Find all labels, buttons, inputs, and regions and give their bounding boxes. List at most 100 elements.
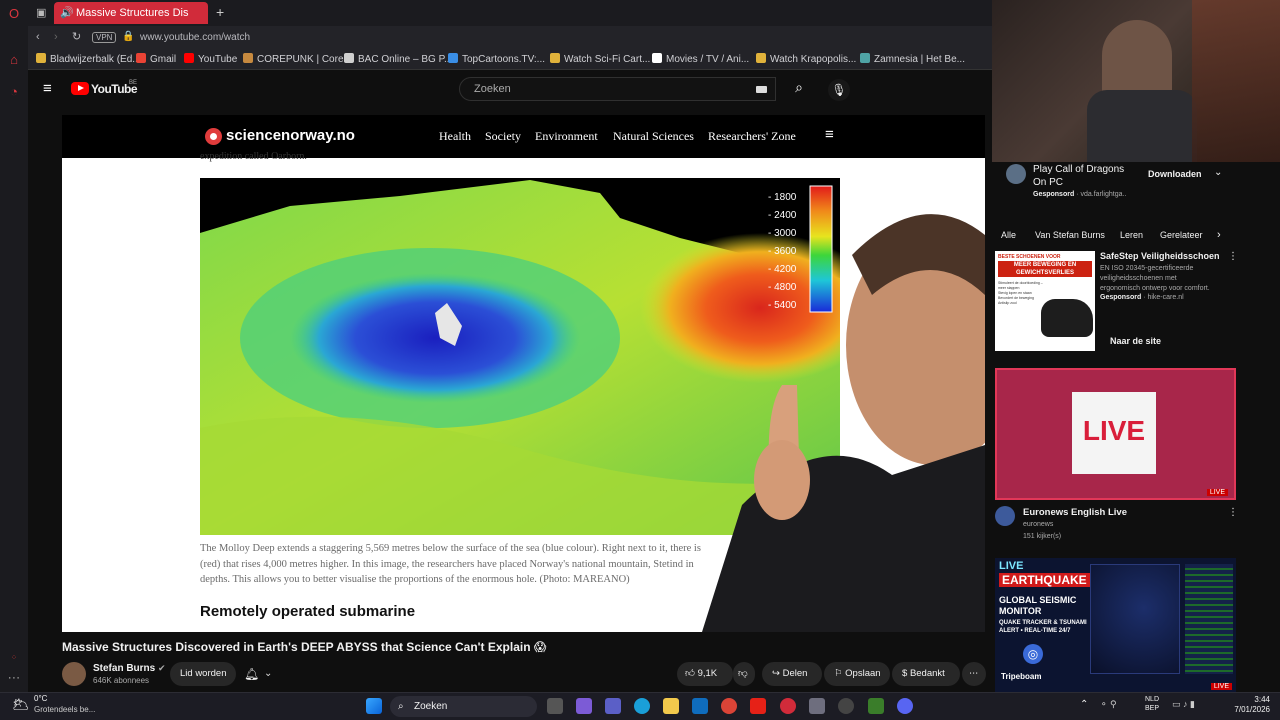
chevron-down-icon[interactable]: ⌄ [1214,167,1222,178]
bookmark-item[interactable]: COREPUNK | Core... [243,53,352,65]
file-explorer-icon[interactable] [663,698,679,714]
hamburger-menu-icon[interactable]: ≡ [43,80,52,97]
ad-banner-headline: MEER BEWEGING EN GEWICHTSVERLIES [998,261,1092,277]
save-button[interactable]: ⚐ Opslaan [824,662,890,686]
bookmark-favicon-icon [136,53,146,63]
download-button[interactable]: Downloaden [1148,169,1202,179]
youtube-logo-icon[interactable] [71,82,89,95]
live-thumbnail-euronews[interactable]: LIVE LIVE [995,368,1236,500]
bookmark-item[interactable]: Watch Sci-Fi Cart... [550,53,650,65]
tray-icons[interactable]: ⚬ ⚲ [1100,699,1117,710]
bag-icon[interactable]: ⌂ [6,52,22,68]
sponsor-avatar[interactable] [1006,164,1026,184]
bookmark-item[interactable]: Bladwijzerbalk (Ed... [36,53,141,65]
nav-health: Health [439,129,471,143]
taskbar-search[interactable]: ⌕ Zoeken [390,696,537,717]
bookmark-item[interactable]: Movies / TV / Ani... [652,53,749,65]
clock[interactable]: 3:44 7/01/2026 [1224,695,1270,715]
nav-environment: Environment [535,129,598,143]
share-icon: ↪ [772,668,783,679]
search-input[interactable]: Zoeken [459,77,776,101]
steam-icon[interactable] [838,698,854,714]
chevron-right-icon[interactable]: › [1217,228,1221,242]
image-caption: The Molloy Deep extends a staggering 5,5… [200,541,740,588]
bookmark-item[interactable]: Gmail [136,53,176,65]
article-subheading: Remotely operated submarine [200,603,416,620]
video-title[interactable]: Massive Structures Discovered in Earth's… [62,640,546,654]
forward-icon[interactable]: › [54,31,58,43]
thanks-button[interactable]: $ Bedankt [892,662,960,686]
ad-more-icon[interactable]: ⋮ [1228,251,1238,262]
like-button[interactable]: 👍︎ 9,1K [677,662,733,686]
chip-learn[interactable]: Leren [1120,228,1143,242]
calculator-icon[interactable] [809,698,825,714]
share-button[interactable]: ↪ Delen [762,662,822,686]
video-player[interactable]: sciencenorway.no Health Society Environm… [62,115,985,632]
tab-active[interactable]: 🔊 Massive Structures Dis [54,2,208,24]
vpn-badge[interactable]: VPN [92,32,117,43]
keyboard-icon[interactable] [756,86,767,93]
ad-title[interactable]: SafeStep Veiligheidsschoen [1100,251,1220,261]
task-view-icon[interactable] [547,698,563,714]
sidebar-menu-icon[interactable]: ⋯ [6,670,22,686]
chip-related[interactable]: Gerelateer [1160,228,1203,242]
sponsored-title-line1[interactable]: Play Call of Dragons [1033,164,1124,175]
chrome-icon[interactable] [721,698,737,714]
excel-icon[interactable] [868,698,884,714]
bookmark-favicon-icon [550,53,560,63]
sciencenorway-logo-text: sciencenorway.no [226,127,355,144]
reload-icon[interactable]: ↻ [72,30,81,43]
weather-icon[interactable]: 🌥 [12,696,32,714]
visit-site-button[interactable]: Naar de site [1110,336,1161,346]
bookmark-favicon-icon [184,53,194,63]
bookmarks-bar: Bladwijzerbalk (Ed... Gmail YouTube COREPUN… [28,50,992,70]
back-icon[interactable]: ‹ [36,31,40,43]
search-icon[interactable]: ⌕ [788,79,810,101]
join-button[interactable]: Lid worden [170,662,237,686]
bookmark-item[interactable]: YouTube [184,53,237,65]
ad-thumbnail[interactable]: BESTE SCHOENEN VOOR MEER BEWEGING EN GEW… [995,251,1095,351]
opera-icon[interactable] [780,698,796,714]
windows-taskbar: 🌥 0°C Grotendeels be... ⌕ Zoeken ⌃ ⚬ ⚲ N… [0,692,1280,720]
history-icon[interactable]: ◔ [6,84,22,100]
edge-icon[interactable] [634,698,650,714]
store-icon[interactable] [576,698,592,714]
sidebar-more-icon[interactable]: ⁘ [6,650,22,666]
live-more-icon[interactable]: ⋮ [1228,507,1238,518]
network-volume-icons[interactable]: ▭ ♪ ▮ [1172,699,1195,710]
microphone-icon[interactable]: 🎙 [828,79,850,101]
chip-all[interactable]: Alle [1001,228,1016,242]
outlook-icon[interactable] [692,698,708,714]
live-thumbnail-earthquake[interactable]: LIVE EARTHQUAKE GLOBAL SEISMIC MONITOR Q… [995,558,1236,692]
youtube-app-icon[interactable] [750,698,766,714]
bookmark-favicon-icon [652,53,662,63]
channel-name[interactable]: Stefan Burns ✔ [93,663,166,674]
bookmark-item[interactable]: TopCartoons.TV:... [448,53,545,65]
euronews-avatar[interactable] [995,506,1015,526]
url-field[interactable]: www.youtube.com/watch [140,32,250,43]
chevron-down-icon[interactable]: ⌄ [264,668,272,679]
new-tab-button[interactable]: + [216,4,224,20]
speaker-icon[interactable]: 🔊 [60,2,74,24]
bookmark-item[interactable]: BAC Online – BG P... [344,53,452,65]
weather-temp[interactable]: 0°C [34,694,47,703]
windows-start-icon[interactable] [366,698,382,714]
lock-icon[interactable]: 🔒 [122,31,134,42]
more-actions-icon[interactable]: ⋯ [962,662,986,686]
chip-from-channel[interactable]: Van Stefan Burns [1035,228,1105,242]
video-scrollbar[interactable] [953,115,985,129]
live-badge-2: LIVE [1210,683,1232,690]
channel-avatar[interactable] [62,662,86,686]
live-title-euronews[interactable]: Euronews English Live [1023,507,1127,518]
dislike-button[interactable]: 👎︎ [733,662,755,686]
notification-bell-icon[interactable]: 🔔︎ [244,667,259,681]
bookmark-item[interactable]: Zamnesia | Het Be... [860,53,965,65]
bookmark-item[interactable]: Watch Krapopolis... [756,53,856,65]
language-indicator[interactable]: NLD BEP [1145,695,1159,713]
discord-icon[interactable] [897,698,913,714]
tray-chevron-icon[interactable]: ⌃ [1080,699,1088,710]
teams-icon[interactable] [605,698,621,714]
opera-logo-icon[interactable]: O [6,6,22,22]
sponsored-title-line2[interactable]: On PC [1033,177,1063,188]
tab-manager-icon[interactable]: ▣ [36,6,46,19]
